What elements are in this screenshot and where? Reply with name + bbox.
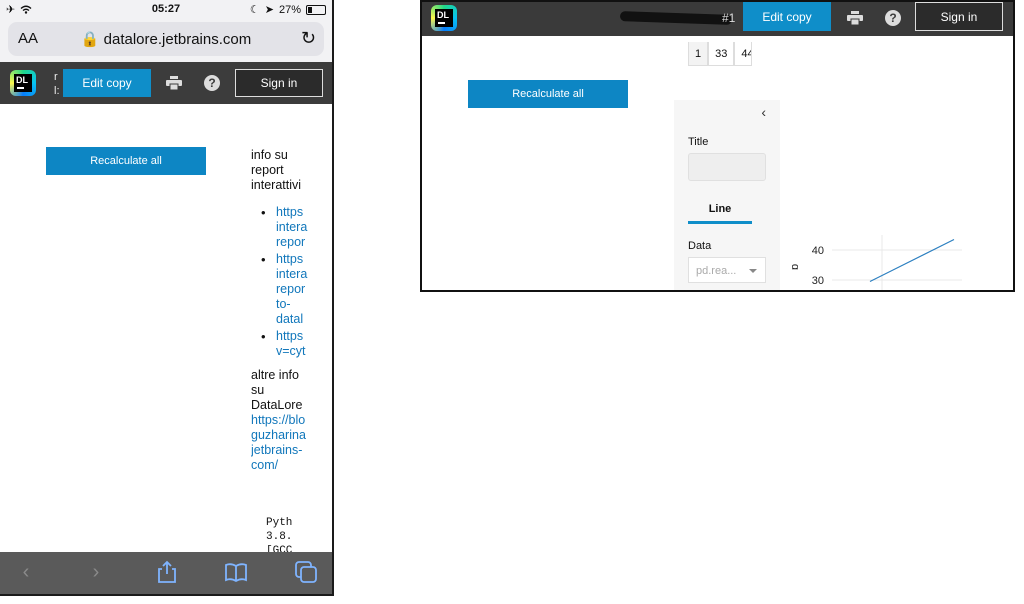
title-input[interactable] (688, 153, 766, 181)
battery-icon (306, 4, 326, 15)
title-label: Title (688, 136, 709, 148)
notebook-title-fragment: #1 (722, 11, 736, 25)
url-display[interactable]: 🔒 datalore.jetbrains.com (8, 30, 324, 48)
safari-bottom-toolbar: ‹ › (0, 552, 332, 594)
list-item-link[interactable]: httpsinterareporto-datal (261, 252, 331, 327)
table-row-index: 1 (688, 42, 709, 66)
y-tick-label: 30 (812, 275, 824, 287)
datalore-toolbar: DL r l: Edit copy ? Sign in (0, 62, 332, 104)
data-select[interactable]: pd.rea... (688, 257, 766, 283)
report-info-text: info su report interattivi (251, 148, 302, 192)
datalore-logo[interactable]: DL (431, 5, 457, 31)
tab-active-indicator (688, 221, 752, 224)
reload-icon[interactable]: ↻ (301, 28, 316, 49)
list-item-link[interactable]: httpsv=cyt (261, 329, 331, 359)
lock-icon: 🔒 (80, 31, 100, 48)
chevron-right-icon[interactable]: › (84, 560, 108, 584)
notebook-title-fragment: r l: (54, 71, 60, 97)
moon-icon: ☾ (249, 4, 260, 16)
share-icon[interactable] (155, 560, 179, 584)
help-icon[interactable]: ? (204, 75, 220, 91)
links-list: httpsinterarepor httpsinterareporto-data… (261, 205, 331, 361)
tab-line[interactable]: Line (688, 203, 752, 215)
sign-in-button[interactable]: Sign in (235, 69, 323, 97)
line-chart: 40 30 b (792, 235, 962, 290)
recalculate-all-button[interactable]: Recalculate all (46, 147, 206, 175)
print-icon[interactable] (847, 11, 863, 25)
safari-address-area: AA 🔒 datalore.jetbrains.com ↻ (0, 18, 332, 62)
y-tick-label: 40 (812, 245, 824, 257)
table-cell: 33 (708, 42, 735, 66)
datalore-logo[interactable]: DL (10, 70, 36, 96)
location-icon: ➤ (264, 4, 274, 16)
address-bar[interactable]: AA 🔒 datalore.jetbrains.com ↻ (8, 22, 324, 56)
edit-copy-button[interactable]: Edit copy (743, 2, 831, 31)
phone-screenshot: ✈ 05:27 ☾ ➤ 27% AA 🔒 datalore.jetbrains.… (0, 0, 334, 596)
more-info-text: altre info su DataLore (251, 368, 303, 412)
desktop-screenshot: DL #1 Edit copy ? Sign in 1 33 44 Recalc… (420, 0, 1015, 292)
redacted-title (619, 11, 733, 25)
chart-settings-panel: ‹ Title Line Data pd.rea... (674, 100, 780, 290)
help-icon[interactable]: ? (885, 10, 901, 26)
print-icon[interactable] (166, 76, 182, 90)
tabs-icon[interactable] (294, 560, 318, 584)
chevron-down-icon (749, 269, 757, 273)
chevron-left-icon[interactable]: ‹ (761, 104, 766, 120)
table-cell: 44 (734, 42, 753, 66)
sign-in-button[interactable]: Sign in (915, 2, 1003, 31)
ios-status-bar: ✈ 05:27 ☾ ➤ 27% (0, 0, 332, 18)
edit-copy-button[interactable]: Edit copy (63, 69, 151, 97)
chevron-left-icon[interactable]: ‹ (14, 560, 38, 584)
y-axis-label: b (792, 264, 801, 270)
data-table: 1 33 44 (688, 42, 753, 66)
recalculate-all-button[interactable]: Recalculate all (468, 80, 628, 108)
data-label: Data (688, 240, 712, 252)
datalore-toolbar: DL #1 Edit copy ? Sign in (422, 2, 1013, 36)
book-icon[interactable] (224, 560, 248, 584)
blog-link[interactable]: https://blo guzharina jetbrains-com/ (251, 413, 331, 473)
series-line (869, 238, 955, 283)
list-item-link[interactable]: httpsinterarepor (261, 205, 331, 250)
battery-percent: 27% (278, 3, 301, 16)
